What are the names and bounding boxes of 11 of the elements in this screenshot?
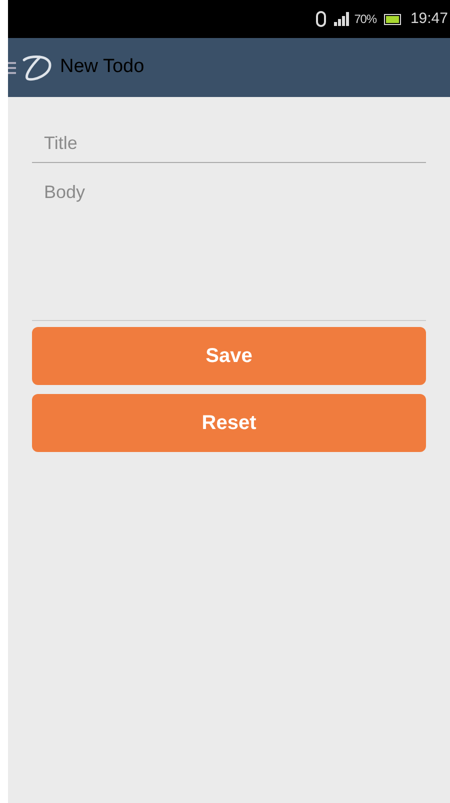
- action-button[interactable]: Reset: [32, 394, 426, 452]
- battery-icon: [384, 14, 402, 24]
- signal-icon: [334, 12, 350, 26]
- clock: 19:47: [410, 8, 448, 29]
- app-logo-icon[interactable]: [20, 52, 54, 82]
- battery-percent: 70%: [354, 11, 376, 28]
- menu-icon[interactable]: [8, 60, 16, 74]
- action-button[interactable]: Save: [32, 327, 426, 385]
- body-field[interactable]: Body: [32, 171, 426, 321]
- screen-title: New Todo: [60, 55, 144, 80]
- title-field[interactable]: Title: [32, 125, 426, 163]
